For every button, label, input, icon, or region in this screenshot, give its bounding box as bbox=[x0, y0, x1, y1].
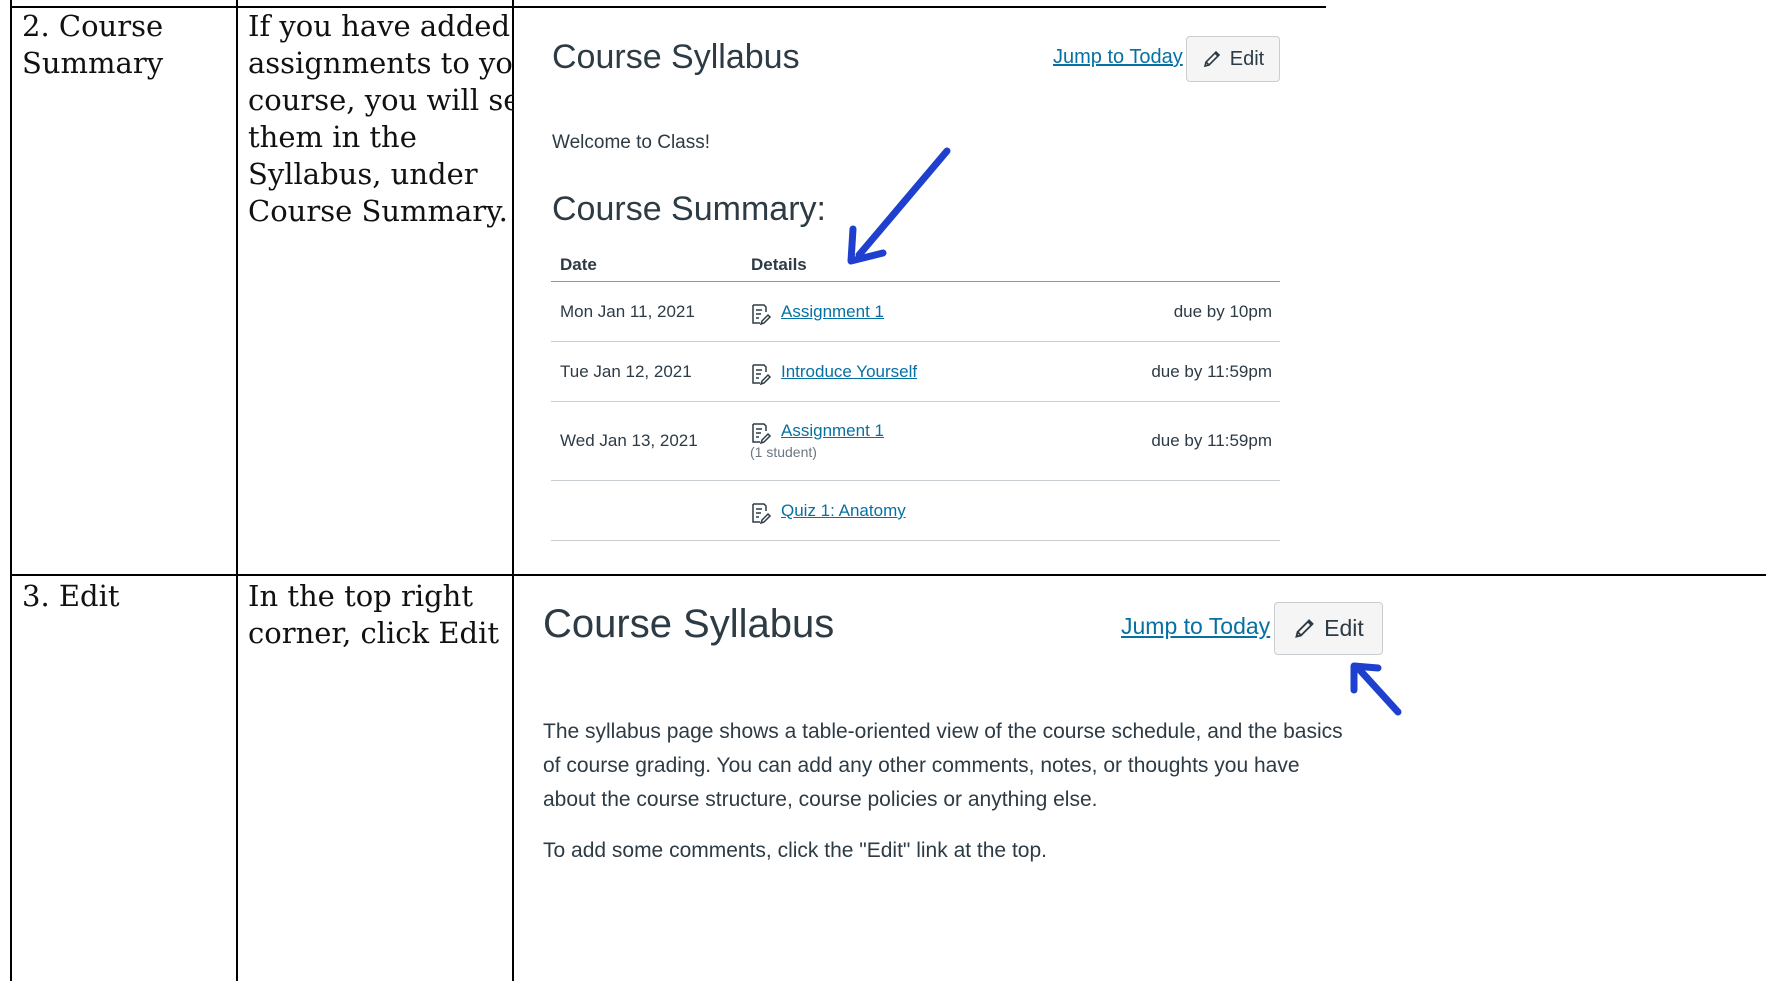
table-row-divider bbox=[551, 341, 1280, 342]
item-due: due by 10pm bbox=[1173, 302, 1272, 321]
assignment-link[interactable]: Assignment 1 bbox=[781, 302, 884, 322]
item-subtext: (1 student) bbox=[750, 444, 817, 460]
edit-label: Edit bbox=[1229, 47, 1265, 70]
annotation-arrow-icon bbox=[847, 147, 951, 265]
course-summary-screenshot: Course Syllabus Jump to Today Edit Welco… bbox=[514, 8, 1766, 574]
table-divider-col1 bbox=[236, 0, 238, 981]
item-due: due by 11:59pm bbox=[1151, 362, 1272, 381]
table-row-divider bbox=[551, 401, 1280, 402]
item-due: due by 11:59pm bbox=[1151, 431, 1272, 450]
edit-label: Edit bbox=[1324, 615, 1364, 641]
quiz-icon bbox=[752, 503, 772, 524]
jump-to-today-link[interactable]: Jump to Today bbox=[1121, 613, 1270, 640]
table-header-divider bbox=[551, 281, 1280, 282]
column-header-date: Date bbox=[560, 255, 597, 274]
jump-to-today-link[interactable]: Jump to Today bbox=[1053, 46, 1183, 69]
item-date: Wed Jan 13, 2021 bbox=[560, 431, 698, 450]
assignment-link[interactable]: Introduce Yourself bbox=[781, 362, 917, 382]
welcome-text: Welcome to Class! bbox=[552, 132, 711, 153]
course-summary-heading: Course Summary: bbox=[552, 190, 826, 228]
table-row-divider bbox=[551, 480, 1280, 481]
edit-screenshot: Course Syllabus Jump to Today Edit The s… bbox=[514, 576, 1766, 981]
step-description: In the top right corner, click Edit bbox=[248, 579, 500, 650]
body-text-line: The syllabus page shows a table-oriented… bbox=[543, 720, 1343, 743]
edit-button[interactable]: Edit bbox=[1186, 36, 1280, 82]
body-text-line: of course grading. You can add any other… bbox=[543, 754, 1300, 777]
page-title: Course Syllabus bbox=[543, 602, 835, 646]
pencil-icon bbox=[1203, 50, 1220, 68]
body-text-line: about the course structure, course polic… bbox=[543, 788, 1098, 811]
edit-button[interactable]: Edit bbox=[1274, 602, 1383, 655]
item-date: Tue Jan 12, 2021 bbox=[560, 362, 692, 381]
annotation-arrow-icon bbox=[1350, 662, 1402, 716]
column-header-details: Details bbox=[751, 255, 807, 274]
page-title: Course Syllabus bbox=[552, 38, 800, 76]
assignment-link[interactable]: Assignment 1 bbox=[781, 421, 884, 441]
item-date: Mon Jan 11, 2021 bbox=[560, 302, 695, 321]
step-description: If you have added assignments to your co… bbox=[248, 9, 546, 228]
pencil-icon bbox=[1295, 619, 1315, 638]
step-label: 2. Course Summary bbox=[22, 9, 164, 80]
body-text-instruction: To add some comments, click the "Edit" l… bbox=[543, 839, 1047, 862]
assignment-icon bbox=[752, 304, 772, 325]
table-bottom-divider bbox=[551, 540, 1280, 541]
table-border-left bbox=[10, 0, 12, 981]
assignment-icon bbox=[752, 423, 772, 444]
step-label: 3. Edit bbox=[22, 579, 120, 613]
quiz-link[interactable]: Quiz 1: Anatomy bbox=[781, 501, 906, 521]
assignment-icon bbox=[752, 364, 772, 385]
